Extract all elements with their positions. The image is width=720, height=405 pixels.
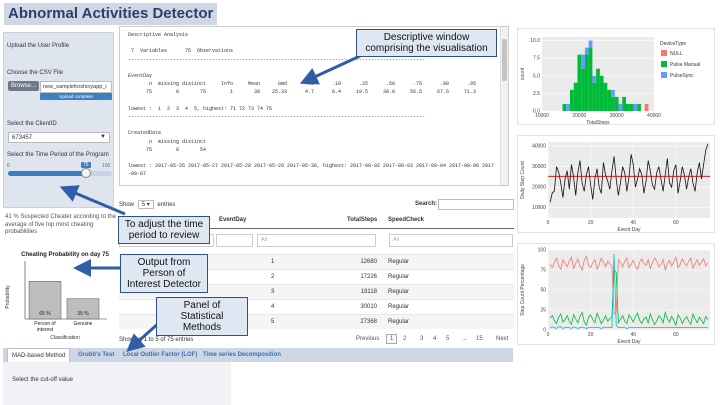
callout-arrows [59,54,361,352]
callout-descriptive: Descriptive window comprising the visual… [356,29,497,57]
arrow-descriptive [299,54,361,85]
callout-output: Output from Person of Interest Detector [120,254,208,293]
arrow-adjust [59,185,126,216]
callout-adjust-period: To adjust the time period to review [118,216,210,244]
callout-panel: Panel of Statistical Methods [156,297,248,336]
